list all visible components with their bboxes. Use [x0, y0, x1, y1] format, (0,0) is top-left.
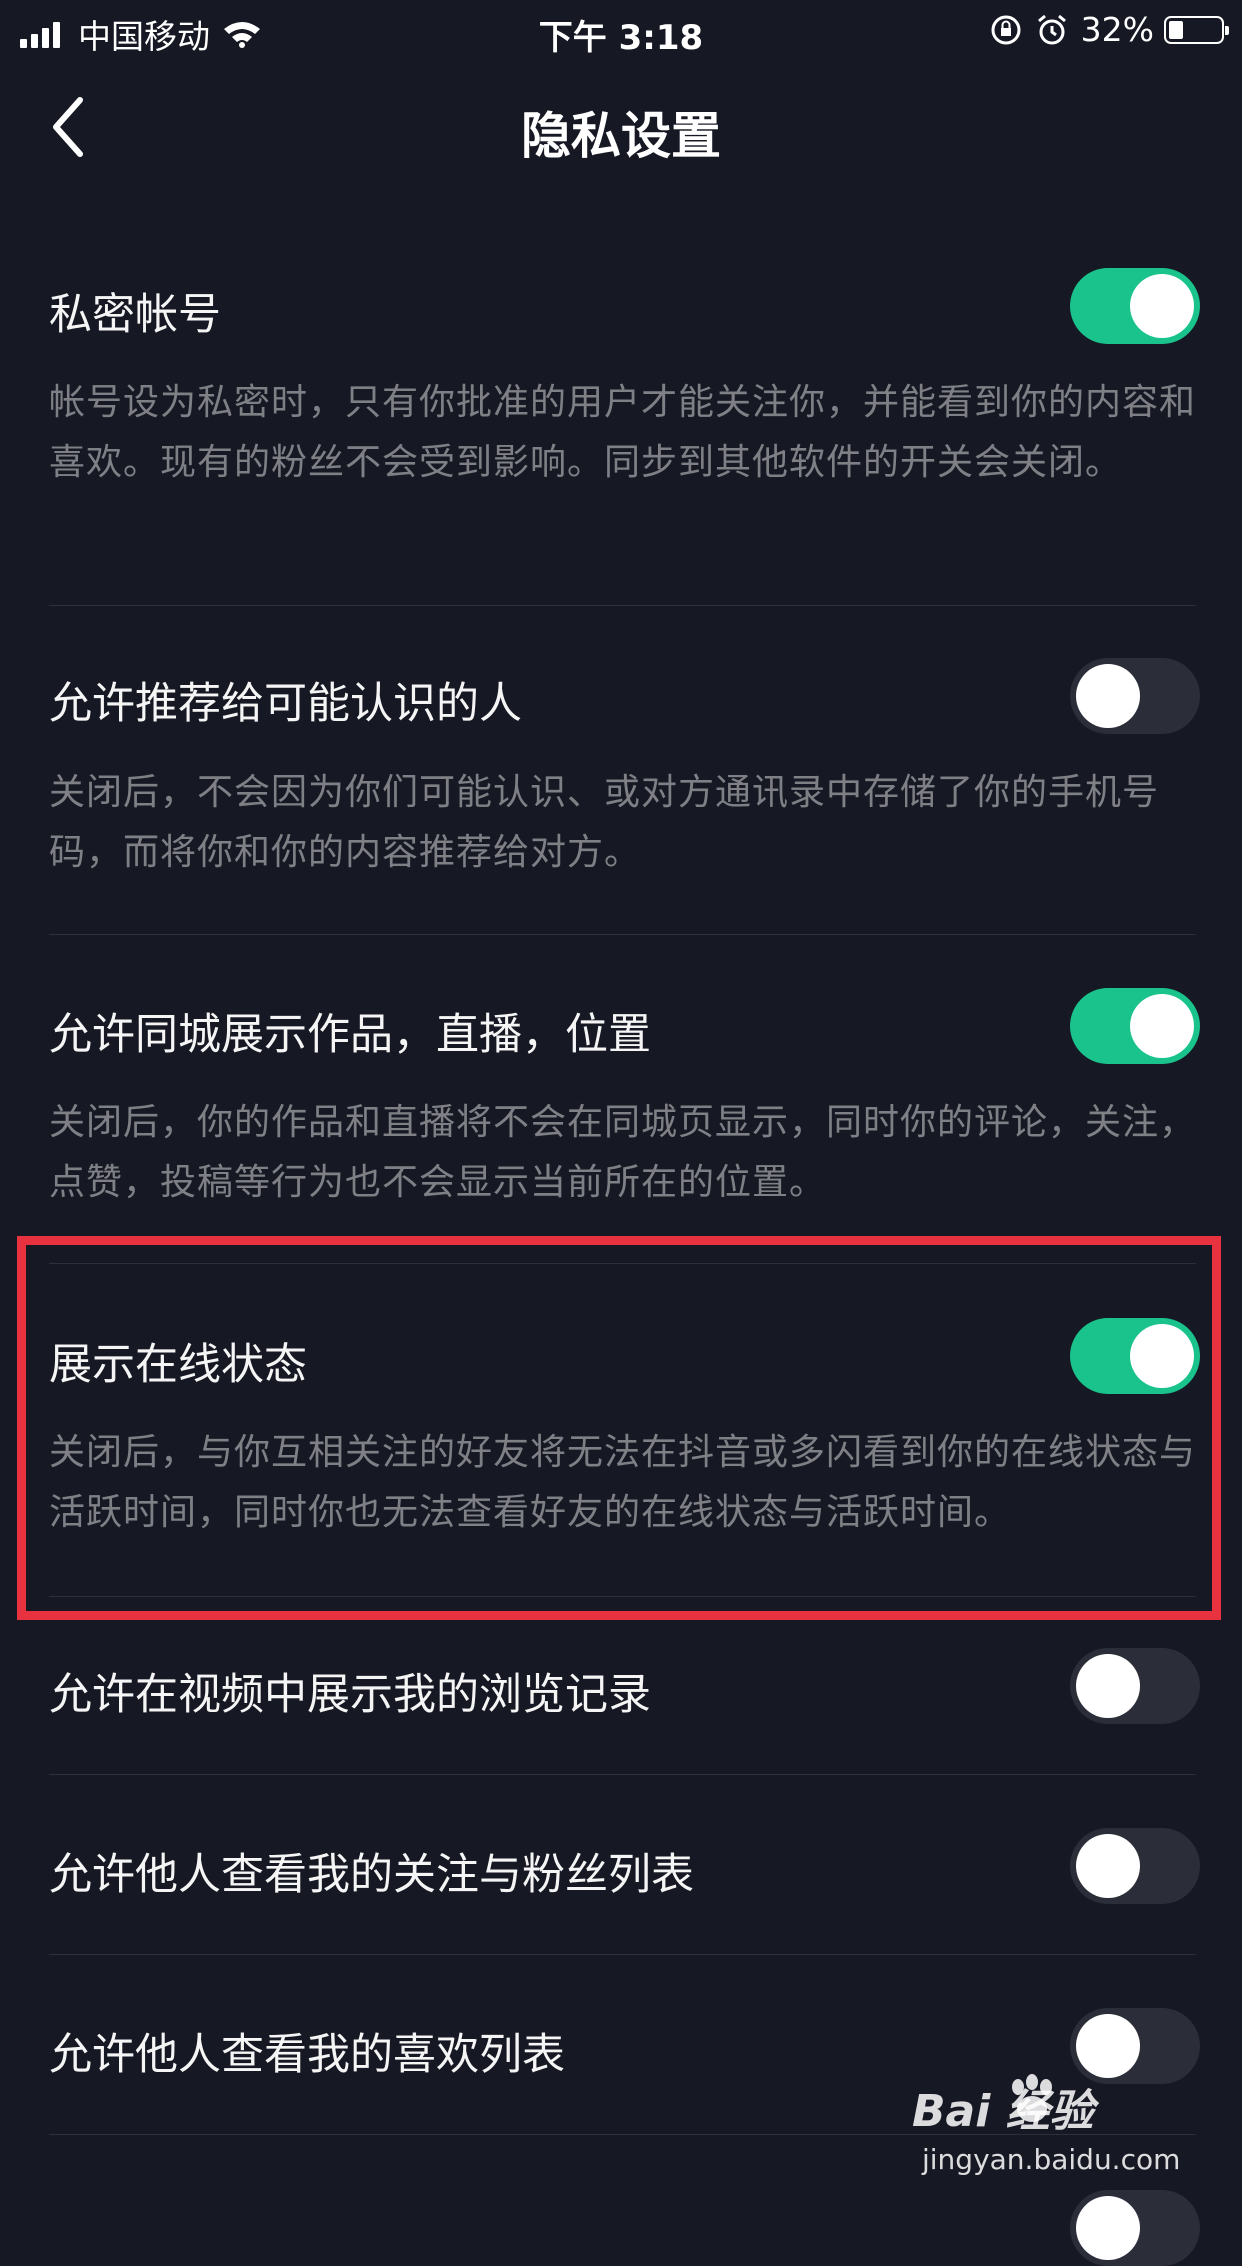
watermark-url: jingyan.baidu.com — [922, 2143, 1181, 2176]
browsing-history-toggle[interactable] — [1070, 1648, 1200, 1724]
nav-bar: 隐私设置 — [0, 62, 1242, 192]
follow-fans-list-toggle[interactable] — [1070, 1828, 1200, 1904]
setting-label: 允许在视频中展示我的浏览记录 — [49, 1670, 651, 1720]
baidu-jingyan-watermark: Bai 经验 jingyan.baidu.com — [912, 2074, 1192, 2195]
divider — [49, 934, 1196, 935]
highlight-box — [17, 1236, 1221, 1620]
next-setting-toggle[interactable] — [1070, 2190, 1200, 2266]
alarm-icon — [1037, 14, 1066, 44]
setting-description: 关闭后，不会因为你们可能认识、或对方通讯录中存储了你的手机号码，而将你和你的内容… — [49, 772, 1160, 873]
divider — [49, 1954, 1196, 1955]
setting-label: 允许他人查看我的喜欢列表 — [49, 2030, 565, 2080]
page-title: 隐私设置 — [521, 107, 721, 165]
battery-percent: 32% — [1080, 10, 1154, 49]
setting-label: 允许他人查看我的关注与粉丝列表 — [49, 1850, 694, 1900]
same-city-toggle[interactable] — [1070, 988, 1200, 1064]
divider — [49, 605, 1196, 606]
status-bar: 中国移动 下午 3:18 32% — [0, 0, 1242, 62]
watermark-logo: Bai 经验 — [912, 2086, 1094, 2137]
setting-label: 允许同城展示作品，直播，位置 — [49, 1010, 651, 1060]
setting-description: 关闭后，你的作品和直播将不会在同城页显示，同时你的评论，关注，点赞，投稿等行为也… — [49, 1102, 1197, 1203]
recommend-acquaintances-toggle[interactable] — [1070, 658, 1200, 734]
setting-label: 私密帐号 — [49, 290, 221, 340]
paw-icon — [1012, 2074, 1052, 2122]
setting-label: 允许推荐给可能认识的人 — [49, 679, 522, 729]
rotation-lock-icon — [991, 15, 1021, 44]
divider — [49, 1774, 1196, 1775]
status-right: 32% — [989, 10, 1229, 49]
private-account-toggle[interactable] — [1070, 268, 1200, 344]
battery-icon — [1164, 15, 1229, 44]
setting-description: 帐号设为私密时，只有你批准的用户才能关注你，并能看到你的内容和喜欢。现有的粉丝不… — [49, 382, 1197, 483]
likes-list-toggle[interactable] — [1070, 2008, 1200, 2084]
